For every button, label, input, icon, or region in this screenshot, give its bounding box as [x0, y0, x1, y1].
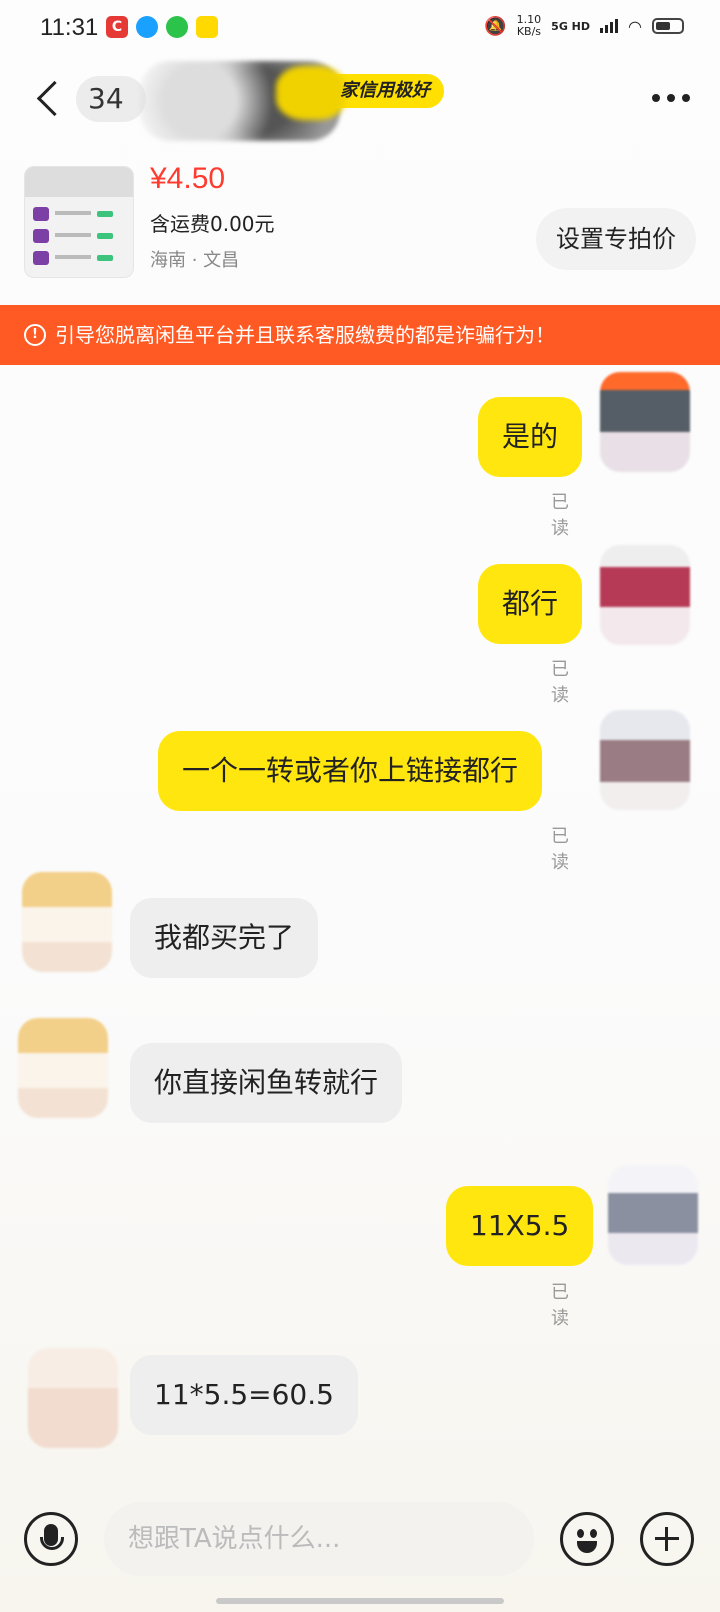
status-time: 11:31 — [40, 14, 99, 41]
message-input[interactable] — [104, 1502, 534, 1576]
contact-avatar[interactable] — [22, 872, 112, 972]
home-indicator[interactable] — [216, 1598, 504, 1604]
warning-text: 引导您脱离闲鱼平台并且联系客服缴费的都是诈骗行为！ — [55, 323, 555, 347]
shipping-fee: 含运费0.00元 — [150, 212, 275, 236]
product-price: ¥4.50 — [150, 162, 226, 195]
net-speed-unit: KB/s — [516, 25, 542, 38]
read-receipt: 已读 — [551, 659, 569, 706]
product-thumbnail[interactable] — [24, 166, 134, 278]
network-type: 5G HD — [551, 19, 591, 33]
battery-icon — [652, 18, 684, 34]
message-input-bar — [0, 1500, 720, 1590]
back-button[interactable] — [32, 76, 66, 122]
status-bar: 11:31 C 🔕 1.10 KB/s 5G HD ◠ — [0, 0, 720, 56]
message-bubble-sent[interactable]: 是的 — [478, 397, 583, 477]
product-card[interactable]: ¥4.50 含运费0.00元 海南 · 文昌 设置专拍价 — [0, 146, 720, 296]
contact-avatar[interactable] — [28, 1348, 118, 1448]
emoji-icon[interactable] — [560, 1512, 614, 1566]
warning-icon: ! — [24, 324, 46, 346]
net-speed: 1.10 KB/s — [517, 14, 542, 38]
wechat-icon — [166, 16, 188, 38]
status-right: 🔕 1.10 KB/s 5G HD ◠ — [484, 14, 684, 38]
plus-icon[interactable] — [640, 1512, 694, 1566]
credit-badge-label: 家信用极好 — [340, 80, 430, 101]
more-options-icon[interactable] — [652, 94, 690, 102]
contact-avatar[interactable] — [18, 1018, 108, 1118]
my-avatar[interactable] — [600, 545, 690, 645]
qq-icon — [136, 16, 158, 38]
my-avatar[interactable] — [600, 710, 690, 810]
read-receipt: 已读 — [551, 826, 569, 873]
wifi-icon: ◠ — [628, 16, 642, 36]
fraud-warning-banner: ! 引导您脱离闲鱼平台并且联系客服缴费的都是诈骗行为！ — [0, 305, 720, 365]
unread-count-badge[interactable]: 34 — [76, 76, 146, 122]
chat-header: 34 家信用极好 — [0, 56, 720, 146]
microphone-icon[interactable] — [24, 1512, 78, 1566]
my-avatar[interactable] — [608, 1165, 698, 1265]
mute-icon: 🔕 — [484, 15, 507, 37]
app-notification-icon: C — [106, 16, 128, 38]
my-avatar[interactable] — [600, 372, 690, 472]
notification-icons: C — [106, 16, 218, 38]
xianyu-icon — [196, 16, 218, 38]
message-bubble-sent[interactable]: 一个一转或者你上链接都行 — [158, 731, 543, 811]
set-special-price-button[interactable]: 设置专拍价 — [536, 208, 696, 270]
message-bubble-received[interactable]: 11*5.5=60.5 — [130, 1355, 358, 1435]
read-receipt: 已读 — [551, 1282, 569, 1329]
message-bubble-sent[interactable]: 11X5.5 — [446, 1186, 594, 1266]
message-bubble-sent[interactable]: 都行 — [478, 564, 583, 644]
read-receipt: 已读 — [551, 492, 569, 539]
credit-badge[interactable]: 家信用极好 — [286, 74, 444, 108]
product-location: 海南 · 文昌 — [150, 250, 240, 271]
signal-icon — [600, 19, 619, 33]
message-bubble-received[interactable]: 你直接闲鱼转就行 — [130, 1043, 403, 1123]
message-bubble-received[interactable]: 我都买完了 — [130, 898, 319, 978]
